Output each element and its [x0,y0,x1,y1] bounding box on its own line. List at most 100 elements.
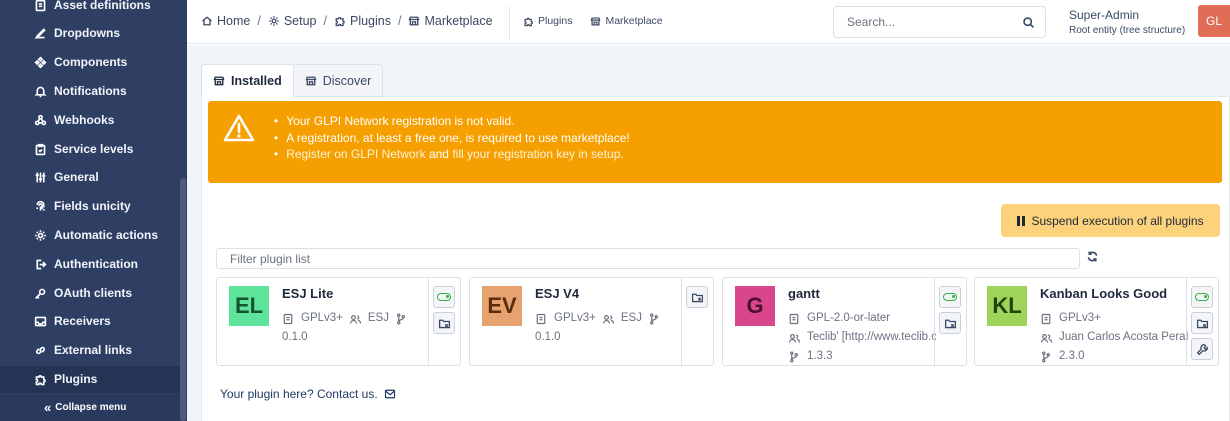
sidebar-item-label: Dropdowns [54,26,120,40]
puzzle-icon [33,372,47,386]
plugin-filter [216,248,1080,269]
sidebar-item-label: Notifications [54,84,127,98]
marketplace-tabs: Installed Discover [201,64,384,98]
license-icon [1041,313,1051,324]
plugin-name: ESJ Lite [282,286,334,301]
alert-messages: Your GLPI Network registration is not va… [274,113,630,163]
plugin-actions [428,278,460,365]
tab-installed[interactable]: Installed [201,64,294,98]
alert-line: A registration, at least a free one, is … [274,130,630,147]
license-icon [536,313,546,324]
sidebar-item-automatic-actions[interactable]: Automatic actions [33,225,158,245]
plugin-meta: GPLv3+ ESJ 0.1.0 [282,309,430,347]
sidebar-item-authentication[interactable]: Authentication [33,254,138,274]
sidebar-item-webhooks[interactable]: Webhooks [33,110,114,130]
plugin-actions [681,278,713,365]
sidebar-item-service-levels[interactable]: Service levels [33,139,133,159]
breadcrumb-separator: / [257,14,261,28]
sidebar-item-fields-unicity[interactable]: Fields unicity [33,196,131,216]
sidebar-item-label: OAuth clients [54,286,133,300]
folder-plus-icon [691,293,703,302]
sidebar-item-asset-definitions[interactable]: Asset definitions [33,0,151,15]
global-search [833,6,1046,38]
toggle-on-icon [1195,293,1209,301]
sidebar-item-receivers[interactable]: Receivers [33,311,111,331]
sidebar-item-oauth-clients[interactable]: OAuth clients [33,283,132,303]
plugin-enabled-toggle[interactable] [1191,286,1213,308]
contact-us-link[interactable]: Your plugin here? Contact us. [220,387,396,401]
sidebar-item-plugins[interactable]: Plugins [33,369,97,389]
collapse-menu-label: Collapse menu [55,402,127,413]
plugin-card-gantt: G gantt GPL-2.0-or-later Teclib' [http:/… [722,277,967,366]
asset-definitions-icon [33,0,47,12]
sidebar-item-general[interactable]: General [33,167,99,187]
gear-icon [33,228,47,242]
store-icon [590,16,601,26]
home-icon [202,16,212,26]
sidebar-item-label: External links [54,343,133,357]
search-icon[interactable] [1022,16,1035,29]
plugin-version: 0.1.0 [282,331,308,343]
sidebar-item-label: Plugins [54,372,98,386]
main-content: Installed Discover Your GLPI Network reg… [187,45,1230,421]
plugin-logo: EL [229,286,269,326]
plugin-authors: Teclib' [http://www.teclib.com] [807,331,936,343]
folder-remove-icon [944,319,956,328]
breadcrumb-plugins[interactable]: Plugins [334,14,391,28]
plugin-install-button[interactable] [686,286,708,308]
plugin-enabled-toggle[interactable] [433,286,455,308]
sidebar-item-label: General [54,170,99,184]
users-icon [1040,333,1052,343]
sidebar-item-notifications[interactable]: Notifications [33,81,127,101]
puzzle-icon [524,17,533,26]
toggle-on-icon [943,293,957,301]
collapse-menu-button[interactable]: « Collapse menu [0,394,180,421]
plugin-name: gantt [788,286,820,301]
plugin-enabled-toggle[interactable] [939,286,961,308]
plugin-license: GPLv3+ [554,312,596,324]
sidebar-item-label: Components [54,55,128,69]
sidebar-item-label: Receivers [54,314,111,328]
service-levels-icon [33,142,47,156]
topbar: Home / Setup / Plugins / Marketplace Plu… [187,0,1230,44]
store-icon [213,76,225,86]
plugin-meta: GPLv3+ Juan Carlos Acosta Perabá 2.3.0 [1040,309,1188,366]
license-icon [789,313,799,324]
sidebar-item-dropdowns[interactable]: Dropdowns [33,23,120,43]
plugin-filter-input[interactable] [230,251,1079,266]
sidebar-scrollbar[interactable] [180,178,186,421]
sidebar-item-components[interactable]: Components [33,52,127,72]
plugin-version: 2.3.0 [1059,350,1085,362]
plugin-uninstall-button[interactable] [1191,312,1213,334]
plugin-logo: KL [987,286,1027,326]
version-branch-icon [649,313,658,324]
toggle-on-icon [437,293,451,301]
webhook-icon [33,113,47,127]
license-icon [283,313,293,324]
search-input[interactable] [847,15,1007,29]
breadcrumb-setup[interactable]: Setup [268,14,317,28]
quick-link-marketplace[interactable]: Marketplace [590,15,663,27]
avatar[interactable]: GL [1198,5,1230,37]
quick-link-plugins[interactable]: Plugins [523,15,572,27]
breadcrumb-home[interactable]: Home [201,14,250,28]
users-icon [788,333,800,343]
user-name: Super-Admin [1069,8,1140,22]
sidebar-item-label: Automatic actions [54,228,159,242]
sidebar-item-external-links[interactable]: External links [33,340,132,360]
register-link[interactable]: Register on GLPI Network [286,147,425,161]
plugin-uninstall-button[interactable] [433,312,455,334]
plugin-uninstall-button[interactable] [939,312,961,334]
suspend-all-plugins-button[interactable]: Suspend execution of all plugins [1001,204,1220,237]
wrench-icon [1196,343,1208,355]
tab-discover[interactable]: Discover [292,64,384,97]
sidebar-item-label: Fields unicity [54,199,131,213]
sidebar-item-label: Webhooks [54,113,115,127]
user-menu[interactable]: Super-Admin Root entity (tree structure) [1069,8,1185,36]
breadcrumb-marketplace[interactable]: Marketplace [408,14,493,28]
registration-key-link[interactable]: fill your registration key in setup. [452,147,623,161]
plugin-configure-button[interactable] [1191,338,1213,360]
plugin-card-esj-lite: EL ESJ Lite GPLv3+ ESJ 0.1.0 [216,277,461,366]
refresh-button[interactable] [1086,250,1102,266]
registration-warning-alert: Your GLPI Network registration is not va… [208,101,1222,183]
